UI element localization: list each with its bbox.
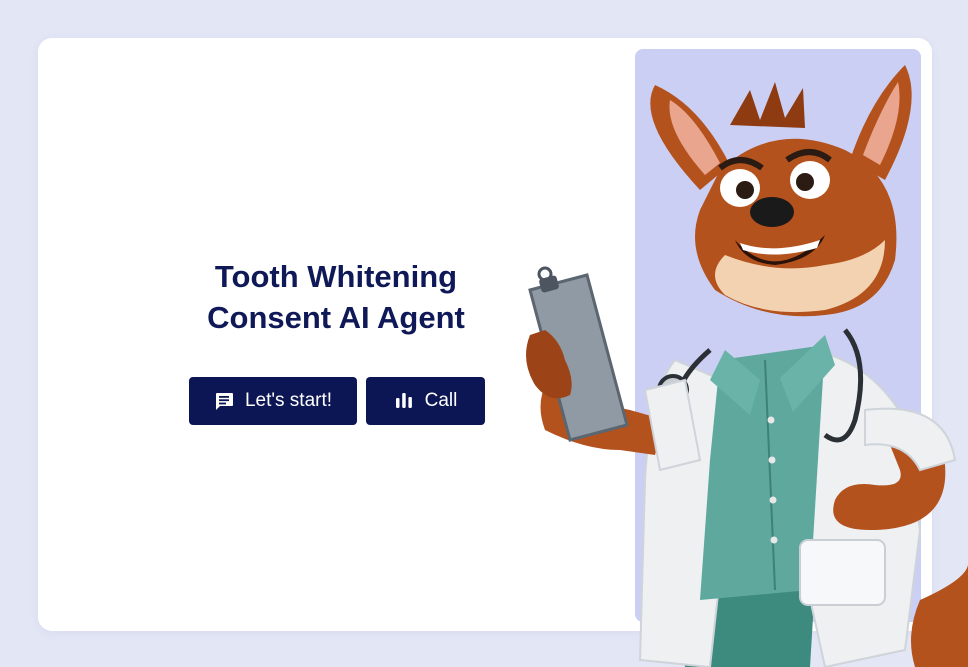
audio-bars-icon [394,391,414,411]
chat-bubble-icon [214,391,234,411]
title-line-1: Tooth Whitening [214,259,458,294]
lets-start-label: Let's start! [244,390,333,411]
fox-doctor-mascot [525,60,968,667]
lets-start-button[interactable]: Let's start! [189,377,357,425]
call-button[interactable]: Call [366,377,485,425]
title-line-2: Consent AI Agent [207,300,465,335]
page-title: Tooth Whitening Consent AI Agent [166,256,506,338]
call-label: Call [424,390,458,411]
